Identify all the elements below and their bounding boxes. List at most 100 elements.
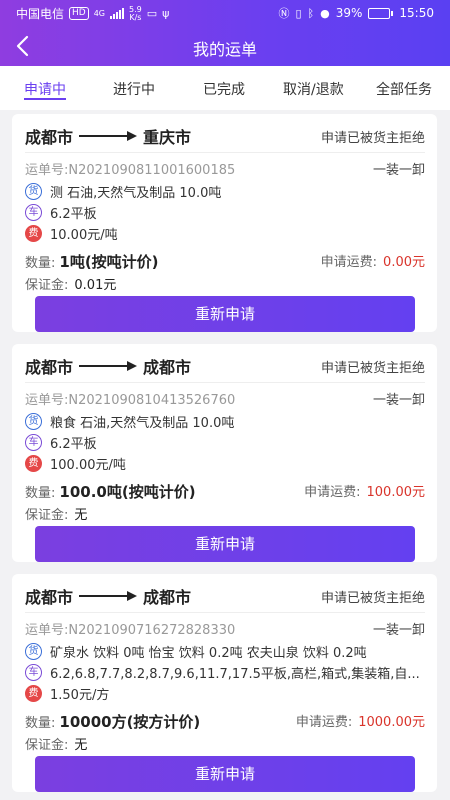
tab-completed[interactable]: 已完成 xyxy=(203,79,245,99)
bluetooth-icon: ᛒ xyxy=(307,6,315,20)
origin-city: 成都市 xyxy=(25,588,74,607)
fee-value: 100.00元 xyxy=(366,485,426,500)
goods-text: 粮食 石油,天然气及制品 10.0吨 xyxy=(50,416,235,431)
load-mode: 一装一卸 xyxy=(372,623,425,638)
fee-value: 0.00元 xyxy=(383,255,425,270)
load-mode: 一装一卸 xyxy=(372,393,425,408)
goods-badge-icon: 货 xyxy=(25,643,42,660)
price-row: 费 1.50元/方 xyxy=(25,684,225,703)
fee-badge-icon: 费 xyxy=(25,225,42,242)
goods-text: 矿泉水 饮料 0吨 怡宝 饮料 0.2吨 农夫山泉 饮料 0.2吨 xyxy=(50,646,367,661)
divider xyxy=(25,612,425,613)
reapply-button[interactable]: 重新申请 xyxy=(35,526,415,562)
route: 成都市 成都市 xyxy=(25,584,191,608)
divider xyxy=(25,382,425,383)
goods-badge-icon: 货 xyxy=(25,183,42,200)
fee-label: 申请运费: xyxy=(320,255,378,270)
network-speed: 5.9 K/s xyxy=(129,4,142,22)
fee-label: 申请运费: xyxy=(295,715,353,730)
destination-city: 成都市 xyxy=(143,358,192,377)
tab-applying[interactable]: 申请中 xyxy=(24,79,66,99)
quantity-value: 10000方(按方计价) xyxy=(59,713,201,731)
order-card[interactable]: 成都市 成都市 申请已被货主拒绝 运单号:N202109071627282833… xyxy=(12,574,437,792)
order-status: 申请已被货主拒绝 xyxy=(320,131,425,146)
quantity-label: 数量: xyxy=(25,486,56,501)
battery-percent: 39% xyxy=(335,6,363,20)
vehicle-text: 6.2,6.8,7.7,8.2,8.7,9.6,11.7,17.5平板,高栏,箱… xyxy=(50,667,420,682)
location-icon: ● xyxy=(320,6,330,20)
reapply-button[interactable]: 重新申请 xyxy=(35,296,415,332)
deposit: 保证金: 无 xyxy=(25,504,87,523)
applied-fee: 申请运费: 0.00元 xyxy=(321,251,425,270)
price-row: 费 10.00元/吨 xyxy=(25,224,225,243)
price-text: 1.50元/方 xyxy=(50,688,110,703)
route: 成都市 成都市 xyxy=(25,354,191,378)
fee-value: 1000.00元 xyxy=(358,715,425,730)
page-title: 我的运单 xyxy=(192,40,257,59)
deposit: 保证金: 0.01元 xyxy=(25,274,116,293)
order-card[interactable]: 成都市 重庆市 申请已被货主拒绝 运单号:N202109081100160018… xyxy=(12,114,437,332)
tab-cancelled-refund[interactable]: 取消/退款 xyxy=(283,79,344,99)
vehicle-badge-icon: 车 xyxy=(25,664,42,681)
vehicle-text: 6.2平板 xyxy=(50,437,97,452)
destination-city: 重庆市 xyxy=(143,128,192,147)
deposit-value: 无 xyxy=(74,508,88,523)
deposit-value: 0.01元 xyxy=(74,278,117,293)
battery-icon xyxy=(368,7,394,19)
status-right: Ⓝ ▯ ᛒ ● 39% 15:50 xyxy=(278,5,434,21)
route-arrow-icon xyxy=(79,361,138,371)
nav-bar: 我的运单 xyxy=(0,26,450,66)
destination-city: 成都市 xyxy=(143,588,192,607)
divider xyxy=(25,152,425,153)
deposit-label: 保证金: xyxy=(25,738,69,753)
vehicle-row: 车 6.2平板 xyxy=(25,433,425,452)
order-status: 申请已被货主拒绝 xyxy=(320,361,425,376)
active-tab-indicator xyxy=(24,98,66,100)
price-row: 费 100.00元/吨 xyxy=(25,454,225,473)
nfc-icon: Ⓝ xyxy=(278,7,290,20)
goods-row: 货 粮食 石油,天然气及制品 10.0吨 xyxy=(25,412,425,431)
tab-bar: 申请中 进行中 已完成 取消/退款 全部任务 xyxy=(0,66,450,110)
quantity-value: 1吨(按吨计价) xyxy=(59,253,159,271)
order-card[interactable]: 成都市 成都市 申请已被货主拒绝 运单号:N202109081041352676… xyxy=(12,344,437,562)
load-mode: 一装一卸 xyxy=(372,163,425,178)
vehicle-row: 车 6.2,6.8,7.7,8.2,8.7,9.6,11.7,17.5平板,高栏… xyxy=(25,663,425,682)
clock: 15:50 xyxy=(399,6,434,20)
quantity: 数量: 10000方(按方计价) xyxy=(25,711,200,732)
app-notification-icon: ▭ xyxy=(146,7,158,20)
network-type: 4G xyxy=(93,9,106,18)
tab-in-progress[interactable]: 进行中 xyxy=(113,79,155,99)
usb-icon: ψ xyxy=(162,7,170,20)
reapply-button[interactable]: 重新申请 xyxy=(35,756,415,792)
goods-badge-icon: 货 xyxy=(25,413,42,430)
status-left: 中国电信 HD 4G 5.9 K/s ▭ ψ xyxy=(16,5,169,22)
goods-text: 测 石油,天然气及制品 10.0吨 xyxy=(50,186,222,201)
goods-row: 货 测 石油,天然气及制品 10.0吨 xyxy=(25,182,425,201)
route-arrow-icon xyxy=(79,591,138,601)
header: 中国电信 HD 4G 5.9 K/s ▭ ψ Ⓝ ▯ ᛒ ● 39% 15:50 … xyxy=(0,0,450,66)
applied-fee: 申请运费: 1000.00元 xyxy=(296,711,425,730)
vehicle-text: 6.2平板 xyxy=(50,207,97,222)
route-arrow-icon xyxy=(79,131,138,141)
tab-all-tasks[interactable]: 全部任务 xyxy=(376,79,432,99)
quantity: 数量: 100.0吨(按吨计价) xyxy=(25,481,196,502)
origin-city: 成都市 xyxy=(25,128,74,147)
goods-row: 货 矿泉水 饮料 0吨 怡宝 饮料 0.2吨 农夫山泉 饮料 0.2吨 xyxy=(25,642,425,661)
signal-icon xyxy=(110,8,125,19)
order-status: 申请已被货主拒绝 xyxy=(320,591,425,606)
waybill-number: 运单号:N2021090810413526760 xyxy=(25,393,236,408)
route: 成都市 重庆市 xyxy=(25,124,191,148)
deposit: 保证金: 无 xyxy=(25,734,87,753)
quantity-label: 数量: xyxy=(25,716,56,731)
fee-badge-icon: 费 xyxy=(25,455,42,472)
deposit-label: 保证金: xyxy=(25,278,69,293)
quantity: 数量: 1吨(按吨计价) xyxy=(25,251,159,272)
fee-badge-icon: 费 xyxy=(25,685,42,702)
deposit-value: 无 xyxy=(74,738,88,753)
origin-city: 成都市 xyxy=(25,358,74,377)
quantity-value: 100.0吨(按吨计价) xyxy=(59,483,196,501)
vehicle-row: 车 6.2平板 xyxy=(25,203,425,222)
status-bar: 中国电信 HD 4G 5.9 K/s ▭ ψ Ⓝ ▯ ᛒ ● 39% 15:50 xyxy=(0,0,450,26)
vibrate-icon: ▯ xyxy=(295,6,302,20)
applied-fee: 申请运费: 100.00元 xyxy=(304,481,425,500)
